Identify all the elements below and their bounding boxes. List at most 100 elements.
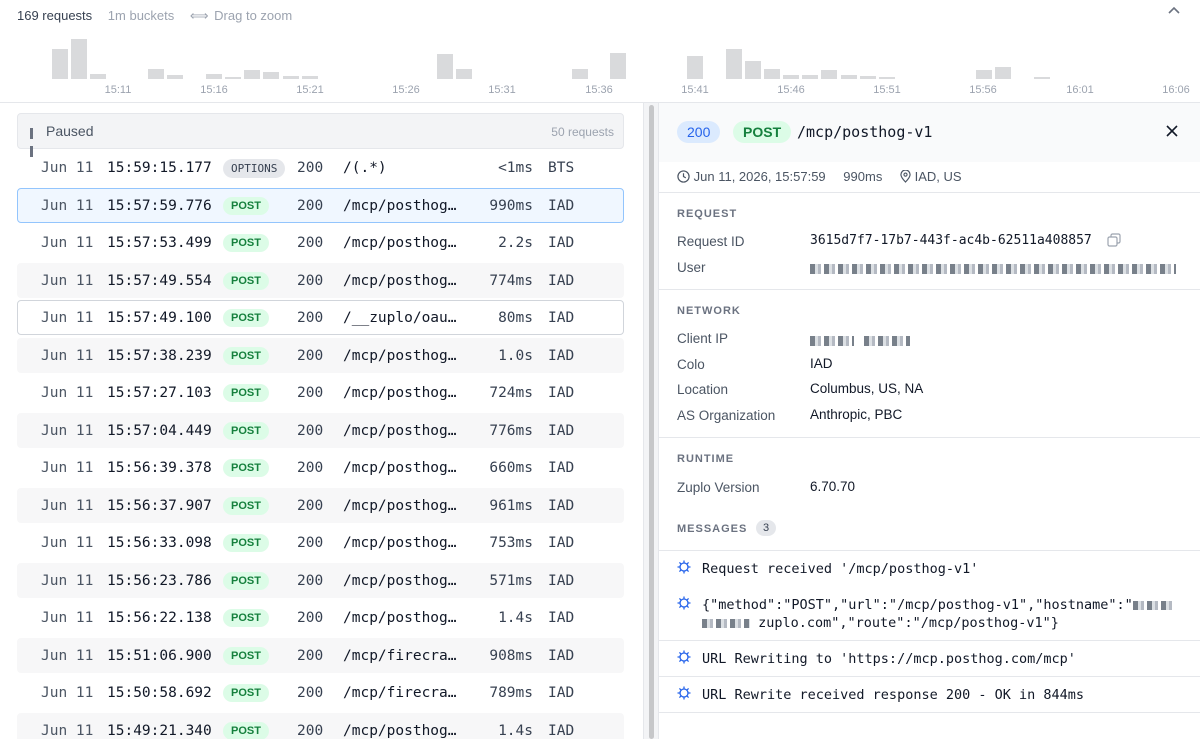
request-row[interactable]: Jun 11 15:57:27.103 200/mcp/posthog… 724ms I… [17,375,624,410]
request-row[interactable]: Jun 11 15:57:49.554 200/mcp/posthog… 774ms I… [17,262,624,298]
request-row[interactable]: Jun 11 15:57:49.100 200 /__zuplo/oau… 80ms IA… [17,300,624,335]
histogram-bar[interactable] [225,77,241,79]
log-message-text: URL Rewriting to 'https://mcp.posthog.co… [702,651,1076,667]
paused-label: Paused [46,123,94,139]
histogram-bar[interactable] [148,69,164,79]
row-date: Jun 11 [41,460,94,476]
row-path: /mcp/firecra… [343,647,457,664]
row-duration: 724ms [489,385,533,401]
request-row[interactable]: Jun 11 15:57:38.239 200/mcp/posthog… 1.0s IA… [17,337,624,373]
row-path: /__zuplo/oau… [343,310,457,326]
redacted-hostname [1132,600,1173,610]
axis-tick-label: 16:06 [1162,84,1190,96]
histogram-bar[interactable] [726,49,742,79]
axis-tick-label: 15:46 [777,84,805,96]
row-path: /mcp/posthog… [343,422,457,439]
row-colo: IAD [548,310,575,326]
histogram-bar[interactable] [302,76,318,79]
row-duration: 1.0s [498,347,533,364]
request-row[interactable]: Jun 11 15:56:39.378 200/mcp/posthog… 660ms I… [17,450,624,485]
axis-tick-label: 15:56 [969,84,997,96]
histogram-bar[interactable] [995,67,1011,79]
row-method-badge: POST [223,534,269,552]
axis-tick-label: 15:51 [873,84,901,96]
divider [659,192,1200,193]
histogram-bar[interactable] [687,56,703,79]
row-method-badge: POST [223,271,269,290]
request-row[interactable]: Jun 11 15:49:21.340 200/mcp/posthog… 1.4s IA… [17,712,624,739]
histogram-bar[interactable] [283,76,299,79]
histogram-bar[interactable] [71,39,87,79]
histogram-bar[interactable] [841,75,857,79]
histogram-bar[interactable] [879,77,895,79]
histogram-bar[interactable] [572,69,588,79]
divider [659,289,1200,290]
row-status: 200 [297,722,324,739]
request-row[interactable]: Jun 11 15:59:15.177 200 /(.*) <1ms BTS OPTIONS [17,150,624,185]
method-badge: POST [733,121,792,143]
row-date: Jun 11 [41,272,94,289]
close-detail-button[interactable] [1166,124,1178,142]
row-method-badge: POST [223,609,269,627]
request-row[interactable]: Jun 11 15:56:33.098 200/mcp/posthog… 753ms I… [17,525,624,560]
row-date: Jun 11 [41,422,94,439]
row-date: Jun 11 [41,722,94,739]
row-time: 15:51:06.900 [107,647,212,664]
histogram-bar[interactable] [976,70,992,79]
request-row[interactable]: Jun 11 15:56:23.786 200/mcp/posthog… 571ms I… [17,562,624,598]
row-colo: IAD [548,535,575,551]
request-id-value: 3615d7f7-17b7-443f-ac4b-62511a408857 [810,233,1092,248]
histogram-bar[interactable] [764,69,780,79]
histogram-bar[interactable] [456,69,472,79]
histogram-bar[interactable] [90,74,106,79]
row-status: 200 [297,385,324,401]
histogram-bar[interactable] [1034,77,1050,79]
histogram-bar[interactable] [802,75,818,79]
panel-scrollbar[interactable] [643,103,659,739]
row-status: 200 [297,535,324,551]
messages-section-title: MESSAGES [677,523,748,535]
histogram-bar[interactable] [263,72,279,79]
row-method-badge: POST [223,721,269,739]
as-organization-value: Anthropic, PBC [810,407,903,422]
histogram-bar[interactable] [821,70,837,79]
histogram-bar[interactable] [167,75,183,79]
row-method-badge: POST [223,421,269,440]
histogram-bar[interactable] [783,75,799,79]
request-meta: Jun 11, 2026, 15:57:59 990ms IAD, US [677,168,962,184]
divider [659,712,1200,713]
axis-tick-label: 15:36 [585,84,613,96]
request-row[interactable]: Jun 11 15:57:53.499 200/mcp/posthog… 2.2s IA… [17,225,624,260]
request-row[interactable]: Jun 11 15:56:37.907 200/mcp/posthog… 961ms I… [17,487,624,523]
row-status: 200 [297,272,324,289]
paused-banner[interactable]: Paused 50 requests [17,113,624,157]
histogram-bar[interactable] [610,53,626,79]
client-ip-redacted [810,333,910,348]
request-histogram[interactable]: 169 requests 1m buckets ⟺ Drag to zoom 1… [0,0,1200,103]
histogram-bar[interactable] [244,70,260,79]
histogram-bar[interactable] [745,61,761,79]
row-duration: 1.4s [498,610,533,626]
row-duration: 774ms [489,272,533,289]
row-duration: 571ms [489,572,533,589]
row-colo: IAD [548,572,575,589]
colo-label: Colo [677,357,705,372]
row-date: Jun 11 [41,347,94,364]
histogram-bar[interactable] [437,54,453,79]
scrollbar-thumb[interactable] [649,105,654,739]
row-date: Jun 11 [41,572,94,589]
histogram-bar[interactable] [860,76,876,79]
request-row[interactable]: Jun 11 15:56:22.138 200/mcp/posthog… 1.4s IA… [17,600,624,635]
request-row[interactable]: Jun 11 15:50:58.692 200/mcp/firecra… 789ms I… [17,675,624,710]
request-row[interactable]: Jun 11 15:57:59.776 200/mcp/posthog… 990ms I… [17,187,624,223]
row-status: 200 [297,497,324,514]
request-path: /mcp/posthog-v1 [797,123,933,141]
row-duration: 2.2s [498,235,533,251]
request-row[interactable]: Jun 11 15:51:06.900 200/mcp/firecra… 908ms I… [17,637,624,673]
copy-icon[interactable] [1107,233,1121,247]
bug-icon [677,596,691,610]
request-row[interactable]: Jun 11 15:57:04.449 200/mcp/posthog… 776ms I… [17,412,624,448]
histogram-bar[interactable] [206,74,222,79]
histogram-bar[interactable] [52,49,68,79]
log-message-text: {"method":"POST","url":"/mcp/posthog-v1"… [702,597,1133,613]
